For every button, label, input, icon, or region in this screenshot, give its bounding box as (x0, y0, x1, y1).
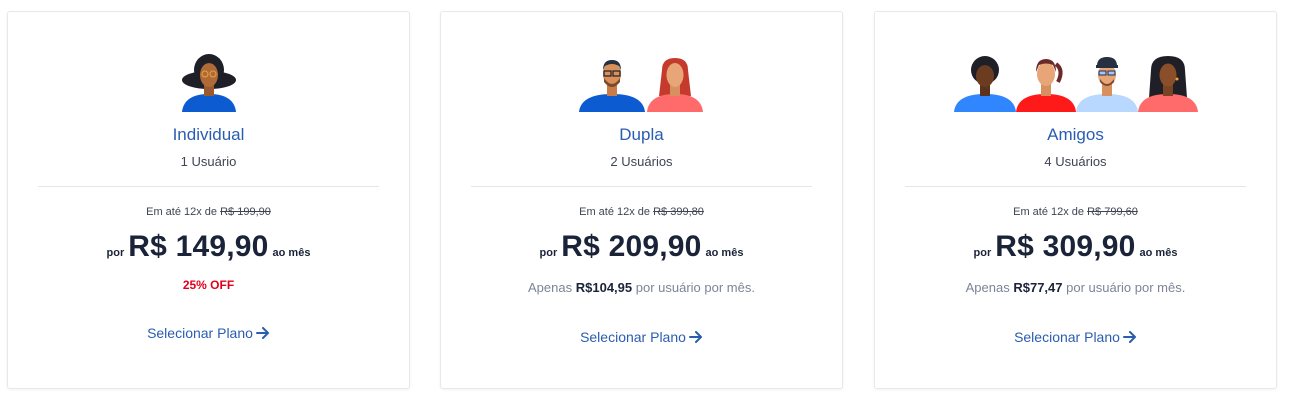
price-prefix: por (539, 247, 558, 259)
person-man-curly-hair-icon (953, 56, 1016, 112)
price: R$ 209,90 (561, 230, 702, 263)
plan-card-individual: Individual 1 Usuário Em até 12x de R$ 19… (7, 11, 410, 389)
installments-prefix: Em até 12x de (146, 206, 218, 218)
price-row: por R$ 309,90 ao mês (875, 230, 1276, 264)
person-woman-red-hair-icon (646, 58, 703, 112)
price-prefix: por (106, 247, 125, 259)
per-user-prefix: Apenas (965, 280, 1010, 295)
price: R$ 309,90 (995, 230, 1136, 263)
installments-line: Em até 12x de R$ 799,60 (875, 206, 1276, 218)
plan-avatars (441, 50, 842, 112)
arrow-right-icon (1122, 331, 1136, 343)
per-user-suffix: por usuário por mês. (635, 280, 755, 295)
installments-line: Em até 12x de R$ 199,90 (8, 206, 409, 218)
price-suffix: ao mês (1139, 247, 1178, 259)
select-plan-link[interactable]: Selecionar Plano (8, 325, 409, 341)
price-row: por R$ 209,90 ao mês (441, 230, 842, 264)
per-user-price: Apenas R$77,47 por usuário por mês. (875, 280, 1276, 295)
price-suffix: ao mês (272, 247, 311, 259)
per-user-value: R$104,95 (575, 280, 633, 295)
per-user-prefix: Apenas (528, 280, 573, 295)
old-price: R$ 199,90 (220, 206, 271, 218)
plan-name: Amigos (1047, 125, 1104, 144)
person-woman-braids-icon (1137, 56, 1198, 112)
price-row: por R$ 149,90 ao mês (8, 230, 409, 264)
installments-line: Em até 12x de R$ 399,80 (441, 206, 842, 218)
select-plan-label: Selecionar Plano (1014, 329, 1120, 345)
plan-name: Individual (172, 125, 245, 144)
plan-users-count: 2 Usuários (610, 154, 673, 169)
select-plan-label: Selecionar Plano (580, 329, 686, 345)
arrow-right-icon (688, 331, 702, 343)
per-user-price: Apenas R$104,95 por usuário por mês. (441, 280, 842, 295)
person-woman-afro-hair-icon (181, 54, 236, 112)
select-plan-link[interactable]: Selecionar Plano (875, 329, 1276, 345)
plan-avatars (875, 50, 1276, 112)
divider (471, 186, 812, 187)
price-suffix: ao mês (705, 247, 744, 259)
select-plan-label: Selecionar Plano (147, 325, 253, 341)
old-price: R$ 799,60 (1087, 206, 1138, 218)
select-plan-link[interactable]: Selecionar Plano (441, 329, 842, 345)
plan-name: Dupla (619, 125, 664, 144)
plan-card-dupla: Dupla 2 Usuários Em até 12x de R$ 399,80… (440, 11, 843, 389)
price-prefix: por (973, 247, 992, 259)
plan-avatars (8, 50, 409, 112)
divider (905, 186, 1246, 187)
person-woman-ponytail-icon (1015, 59, 1076, 112)
person-man-glasses-icon (578, 60, 645, 112)
old-price: R$ 399,80 (653, 206, 704, 218)
price: R$ 149,90 (128, 230, 269, 263)
discount-badge: 25% OFF (182, 278, 235, 292)
per-user-value: R$77,47 (1013, 280, 1063, 295)
per-user-suffix: por usuário por mês. (1066, 280, 1186, 295)
person-man-cap-icon (1075, 57, 1138, 112)
divider (38, 186, 379, 187)
plan-users-count: 1 Usuário (180, 154, 237, 169)
plan-card-amigos: Amigos 4 Usuários Em até 12x de R$ 799,6… (874, 11, 1277, 389)
arrow-right-icon (255, 327, 269, 339)
installments-prefix: Em até 12x de (1013, 206, 1085, 218)
installments-prefix: Em até 12x de (579, 206, 651, 218)
plan-users-count: 4 Usuários (1044, 154, 1107, 169)
